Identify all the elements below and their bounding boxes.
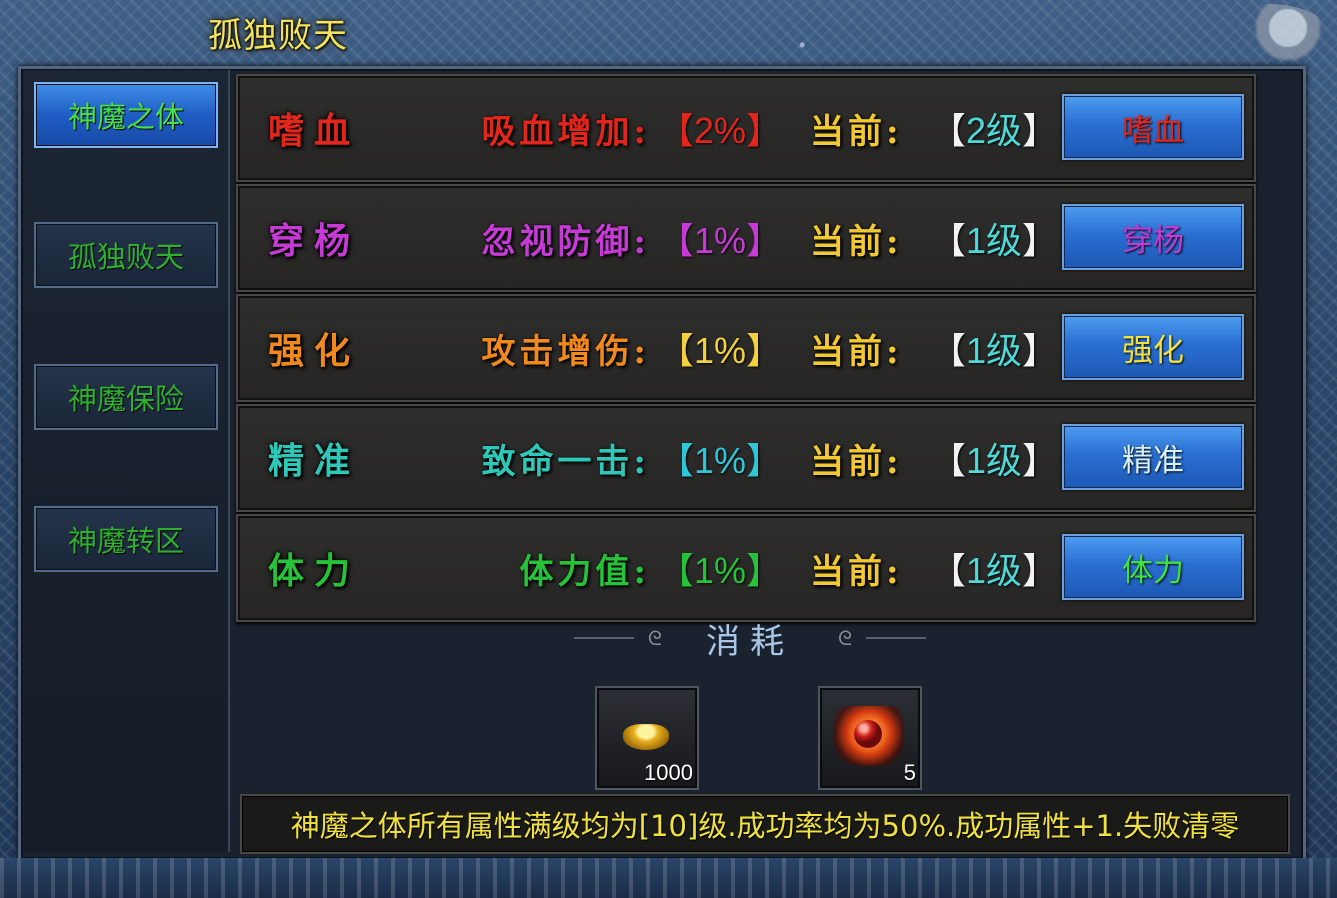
current-level-value: 【1级】 [930,186,1058,290]
bracket-open: 【 [930,440,967,481]
upgrade-button[interactable]: 穿杨 [1062,204,1244,270]
level-text: 2级 [966,110,1023,151]
bracket-open: 【 [930,550,967,591]
level-text: 1级 [966,550,1023,591]
attribute-row: 精准 致命一击: 【1%】 当前: 【1级】精准 [236,404,1256,512]
cost-slot-orb[interactable]: 5 [818,686,922,790]
bracket-close: 】 [1022,220,1059,261]
current-level-label: 当前: [810,331,903,372]
bracket-close: 】 [1022,550,1059,591]
info-text: 神魔之体所有属性满级均为[10]级.成功率均为50%.成功属性+1.失败清零 [240,794,1290,854]
attribute-label: 吸血增加: [481,111,650,152]
level-text: 1级 [966,220,1023,261]
level-text: 1级 [966,330,1023,371]
scroll-ornament-icon: ᘓ [838,626,853,650]
attribute-value: 【1%】 [658,220,783,261]
sidebar-item-shenmo-transfer[interactable]: 神魔转区 [34,506,218,572]
current-level-label: 当前: [810,111,903,152]
attribute-row: 体力 体力值: 【1%】 当前: 【1级】体力 [236,514,1256,622]
current-level-value: 【2级】 [930,76,1058,180]
item-quantity: 1000 [644,760,693,785]
attribute-row: 穿杨 忽视防御: 【1%】 当前: 【1级】穿杨 [236,184,1256,292]
attribute-value: 【1%】 [658,330,783,371]
window-title: 孤独败天 [208,16,348,56]
upgrade-button[interactable]: 精准 [1062,424,1244,490]
attribute-label: 致命一击: [481,441,650,482]
consume-title: 消耗 [706,621,794,662]
attribute-value: 【2%】 [658,110,783,151]
bracket-close: 】 [1022,440,1059,481]
upgrade-button[interactable]: 体力 [1062,534,1244,600]
divider [573,637,634,639]
current-level-value: 【1级】 [930,516,1058,620]
item-quantity: 5 [903,760,916,785]
upgrade-button[interactable]: 嗜血 [1062,94,1244,160]
current-level-value: 【1级】 [930,296,1058,400]
attribute-label: 忽视防御: [481,221,650,262]
current-level-label: 当前: [810,441,903,482]
divider [866,637,927,639]
frame-bottom [0,858,1337,898]
cost-slot-gold[interactable]: 1000 [595,686,699,790]
current-level-value: 【1级】 [930,406,1058,510]
attribute-row: 强化 攻击增伤: 【1%】 当前: 【1级】强化 [236,294,1256,402]
consume-header: ᘓ 消耗 ᘓ [540,615,960,662]
sidebar: 神魔之体 孤独败天 神魔保险 神魔转区 [24,70,230,852]
sidebar-item-gudu-baitian[interactable]: 孤独败天 [34,222,218,288]
sidebar-item-shenmo-body[interactable]: 神魔之体 [34,82,218,148]
upgrade-button[interactable]: 强化 [1062,314,1244,380]
sidebar-item-shenmo-insurance[interactable]: 神魔保险 [34,364,218,430]
bracket-open: 【 [930,220,967,261]
attribute-value: 【1%】 [658,440,783,481]
current-level-label: 当前: [810,221,903,262]
scroll-ornament-icon: ᘓ [647,626,662,650]
bracket-open: 【 [930,110,967,151]
level-text: 1级 [966,440,1023,481]
attribute-value: 【1%】 [658,550,783,591]
attribute-label: 体力值: [519,551,650,592]
attribute-row: 嗜血 吸血增加: 【2%】 当前: 【2级】嗜血 [236,74,1256,182]
current-level-label: 当前: [810,551,903,592]
bracket-open: 【 [930,330,967,371]
bracket-close: 】 [1022,330,1059,371]
attribute-label: 攻击增伤: [481,331,650,372]
bracket-close: 】 [1022,110,1059,151]
